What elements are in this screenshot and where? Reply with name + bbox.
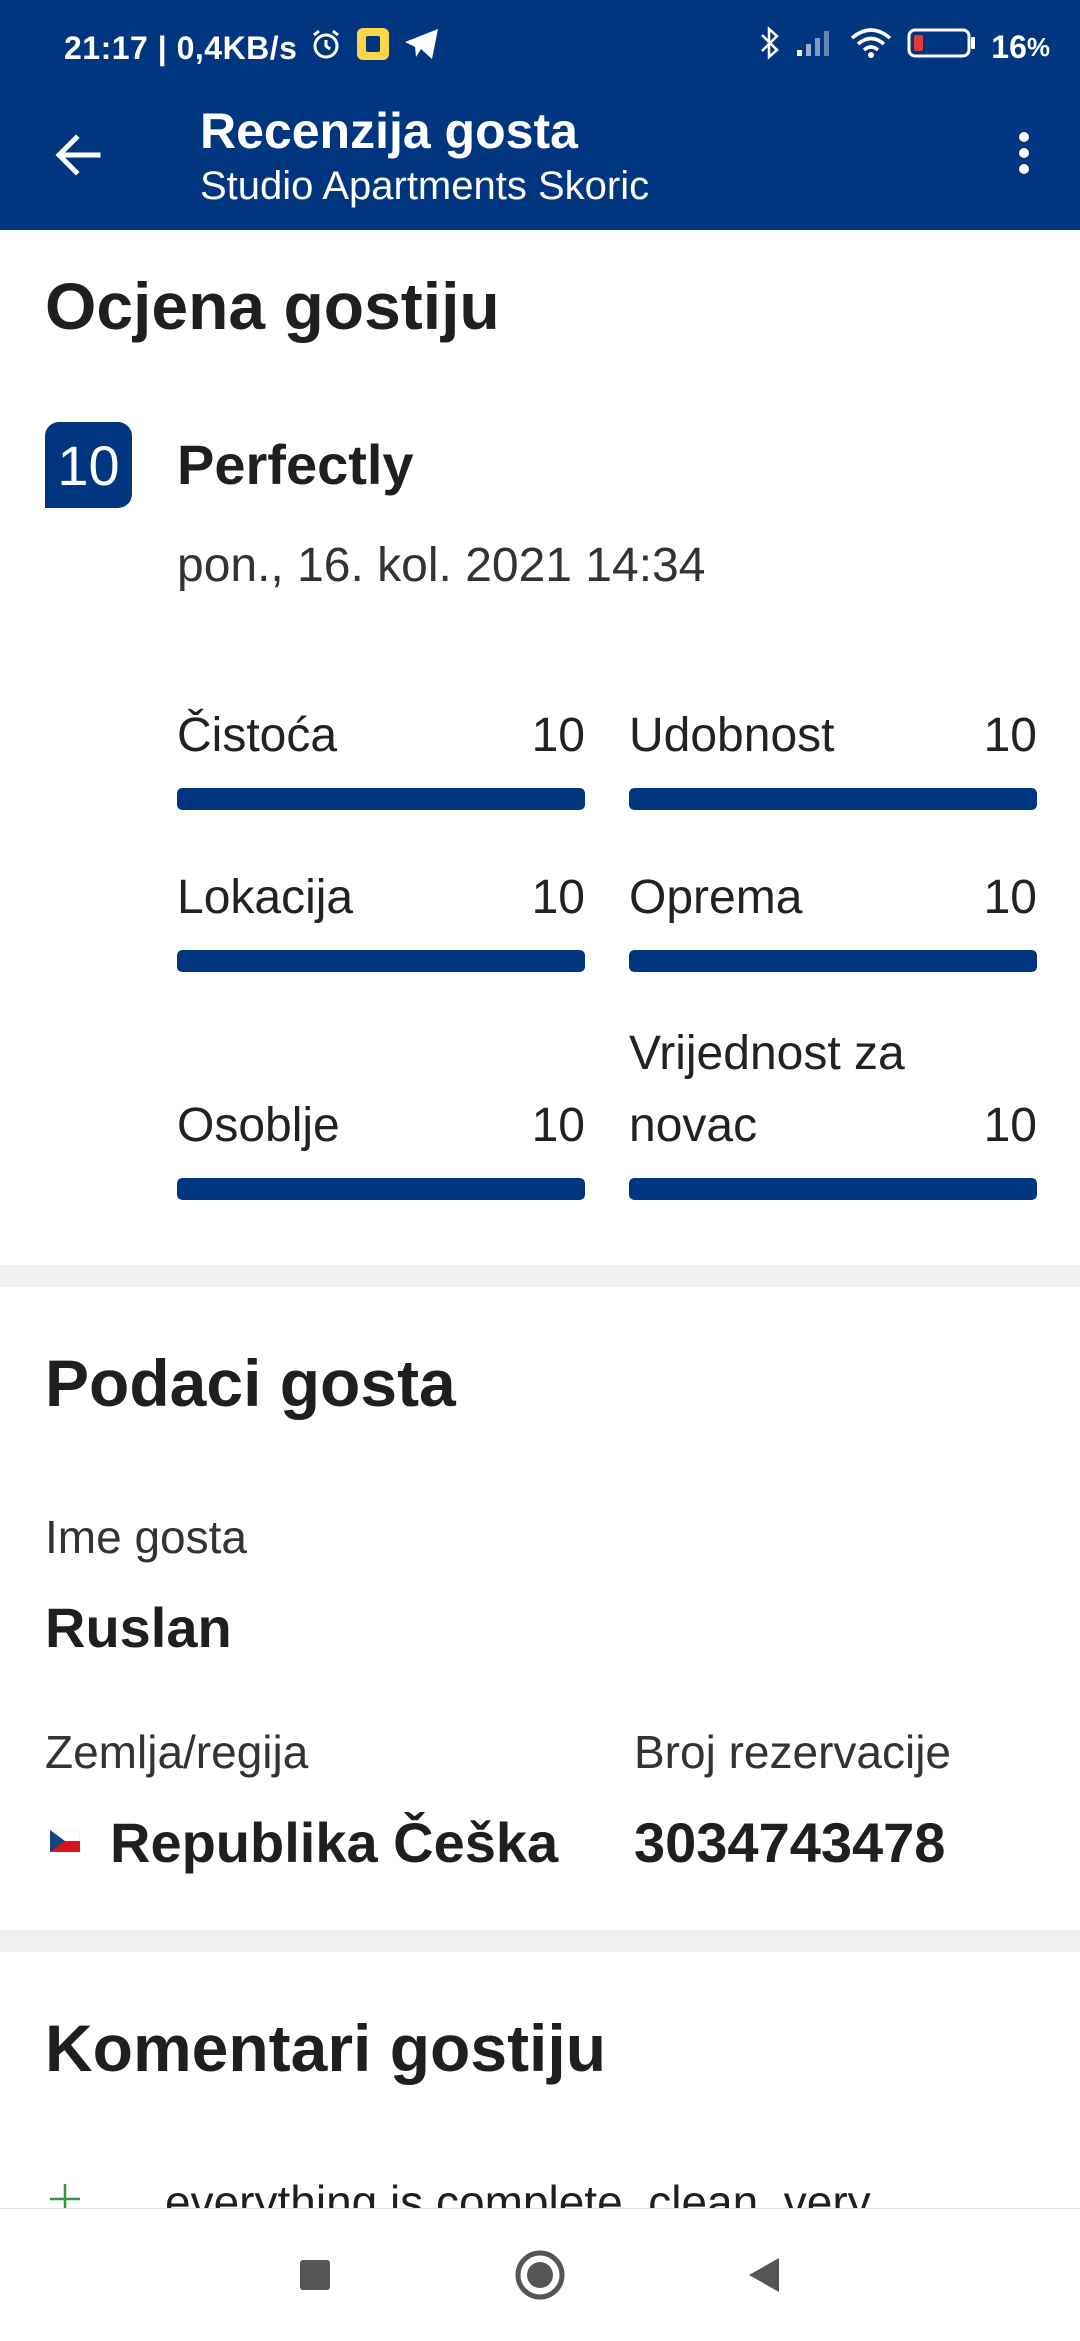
metric-label: Oprema (629, 871, 803, 924)
score-badge: 10 (45, 422, 132, 508)
wifi-icon (849, 26, 893, 68)
bluetooth-icon (759, 26, 781, 68)
status-speed: 0,4KB/s (176, 29, 298, 66)
metric-value: 10 (531, 709, 585, 762)
metric-bar (177, 1178, 585, 1200)
metric-facilities: Oprema 10 (629, 812, 1037, 972)
metric-bar-fill (629, 788, 1037, 810)
metric-label: Udobnost (629, 709, 835, 762)
battery-percent-unit: % (1026, 31, 1050, 62)
battery-icon (907, 26, 977, 68)
section-divider (0, 1265, 1080, 1287)
metric-comfort: Udobnost 10 (629, 650, 1037, 810)
metric-bar-fill (177, 950, 585, 972)
guest-name: Ruslan (45, 1596, 232, 1659)
country-label: Zemlja/regija (45, 1726, 309, 1778)
metric-label: Vrijednost za novac (629, 1027, 905, 1152)
metric-label: Lokacija (177, 871, 354, 924)
metric-bar-fill (629, 950, 1037, 972)
metric-label: Čistoća (177, 709, 338, 762)
top-bar: 21:17 | 0,4KB/s 16 % Recenzija gosta Stu… (0, 0, 1080, 230)
metric-cleanliness: Čistoća 10 (177, 650, 585, 810)
metric-bar (629, 950, 1037, 972)
score-word: Perfectly (177, 433, 414, 496)
property-name: Studio Apartments Skoric (200, 164, 650, 208)
metric-bar-fill (629, 1178, 1037, 1200)
metric-value-for-money: Vrijednost za novac 10 (629, 1000, 1037, 1200)
metric-bar-fill (177, 1178, 585, 1200)
status-time: 21:17 (64, 29, 149, 66)
metric-location: Lokacija 10 (177, 812, 585, 972)
status-bar: 21:17 | 0,4KB/s 16 % (0, 0, 1080, 95)
page-title: Recenzija gosta (200, 103, 578, 159)
battery-percent: 16 (991, 28, 1027, 65)
system-nav-bar (0, 2208, 1080, 2341)
arrow-left-icon[interactable] (48, 125, 108, 185)
metric-value: 10 (983, 871, 1037, 924)
review-date: pon., 16. kol. 2021 14:34 (177, 539, 706, 592)
notification-app-icon (355, 26, 391, 70)
status-right: 16 % (759, 26, 1050, 68)
metric-value: 10 (531, 871, 585, 924)
alarm-icon (309, 27, 343, 69)
metric-value: 10 (983, 709, 1037, 762)
metric-value: 10 (531, 1099, 585, 1152)
app-bar: Recenzija gosta Studio Apartments Skoric (0, 95, 1080, 230)
metric-staff: Osoblje 10 (177, 1000, 585, 1200)
app-bar-titles: Recenzija gosta Studio Apartments Skoric (200, 101, 649, 211)
more-vertical-icon[interactable] (994, 123, 1054, 183)
recents-square-icon[interactable] (285, 2245, 345, 2305)
guest-name-label: Ime gosta (45, 1511, 247, 1563)
comments-section-title: Komentari gostiju (45, 2011, 607, 2085)
czech-flag-icon (49, 1829, 81, 1852)
metric-label: Osoblje (177, 1099, 340, 1152)
metric-bar (629, 1178, 1037, 1200)
home-circle-icon[interactable] (510, 2245, 570, 2305)
metric-bar (629, 788, 1037, 810)
back-triangle-icon[interactable] (735, 2245, 795, 2305)
country-value: Republika Češka (110, 1811, 559, 1874)
metric-bar-fill (177, 788, 585, 810)
metric-bar (177, 950, 585, 972)
telegram-icon (403, 27, 441, 69)
guest-section-title: Podaci gosta (45, 1346, 456, 1420)
signal-icon (795, 28, 835, 66)
metric-bar (177, 788, 585, 810)
booking-number: 3034743478 (634, 1811, 946, 1874)
metric-value: 10 (983, 1099, 1037, 1152)
section-divider (0, 1930, 1080, 1952)
rating-section-title: Ocjena gostiju (45, 269, 500, 343)
status-left: 21:17 | 0,4KB/s (64, 26, 441, 70)
booking-number-label: Broj rezervacije (634, 1726, 951, 1778)
